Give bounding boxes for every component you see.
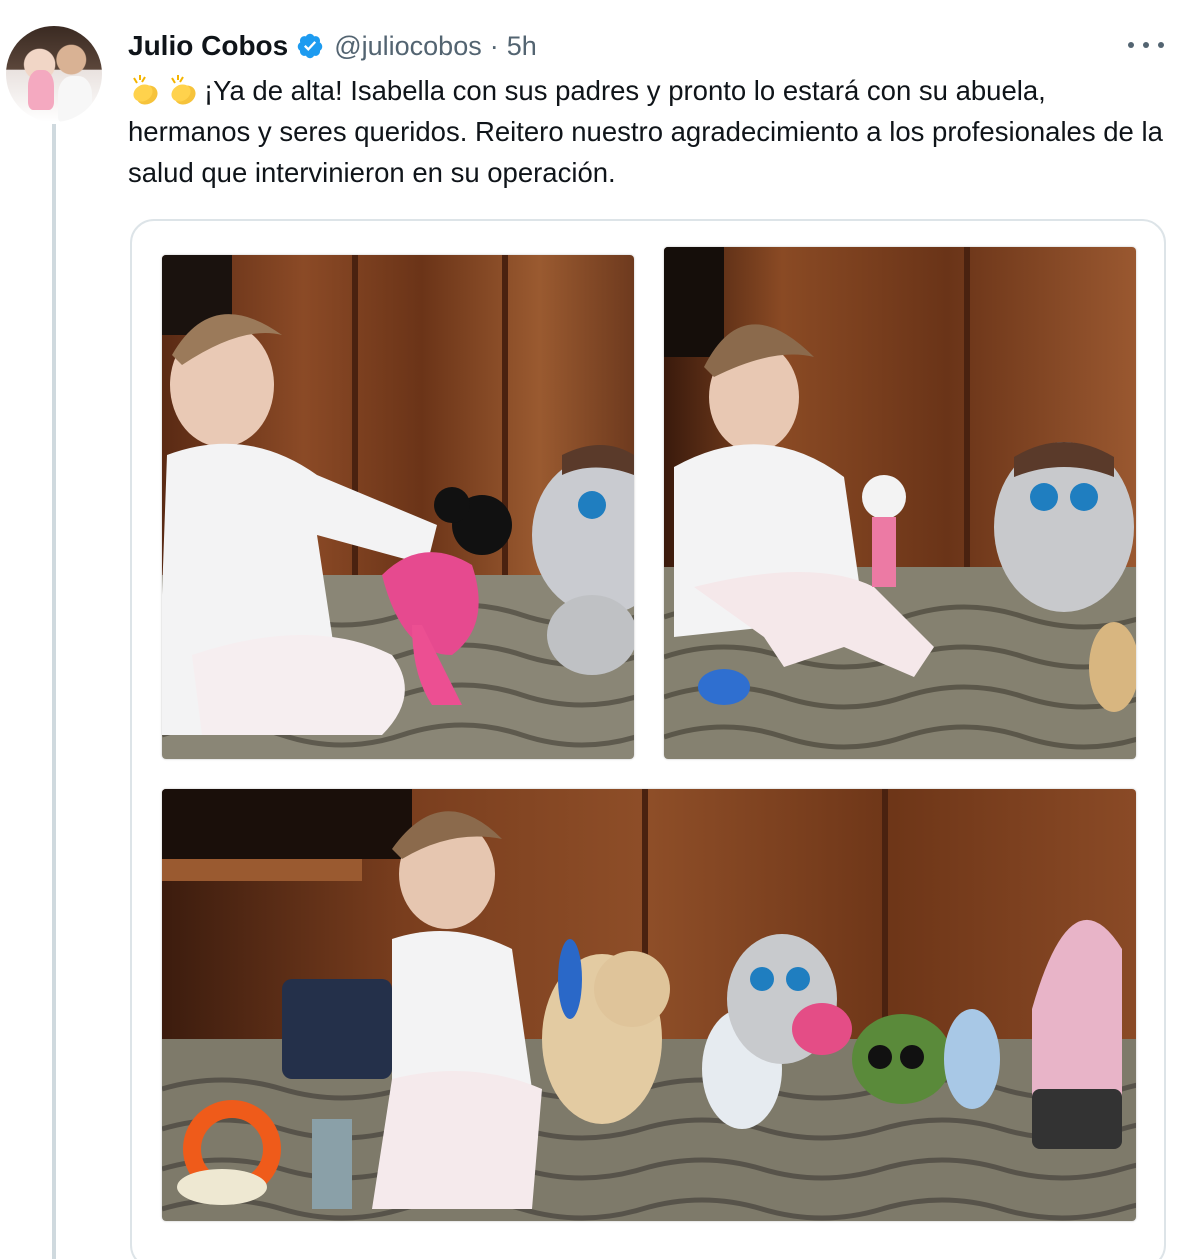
avatar-man bbox=[58, 76, 92, 122]
more-dot bbox=[1158, 42, 1164, 48]
photo-1[interactable] bbox=[162, 255, 634, 759]
tweet-body: ¡Ya de alta! Isabella con sus padres y p… bbox=[128, 75, 1163, 188]
photo-3[interactable] bbox=[162, 789, 1136, 1221]
verified-badge-icon[interactable] bbox=[296, 32, 324, 60]
separator-dot: · bbox=[489, 30, 499, 61]
avatar-baby bbox=[28, 70, 54, 110]
avatar[interactable] bbox=[6, 26, 102, 122]
clapping-hands-icon bbox=[133, 75, 158, 105]
photo-3-image bbox=[162, 789, 1136, 1221]
thread-line bbox=[52, 124, 56, 1259]
media-grid bbox=[130, 219, 1166, 1259]
tweet-timestamp[interactable]: 5h bbox=[507, 31, 537, 62]
more-dot bbox=[1128, 42, 1134, 48]
tweet-text: ¡Ya de alta! Isabella con sus padres y p… bbox=[128, 70, 1168, 193]
author-name[interactable]: Julio Cobos bbox=[128, 30, 288, 62]
author-handle[interactable]: @juliocobos bbox=[334, 31, 482, 62]
more-dot bbox=[1143, 42, 1149, 48]
clapping-hands-icon bbox=[171, 75, 196, 105]
more-options-icon[interactable] bbox=[1128, 30, 1164, 60]
tweet-header: Julio Cobos @juliocobos · 5h bbox=[128, 28, 537, 64]
photo-1-image bbox=[162, 255, 634, 759]
photo-2-image bbox=[664, 247, 1136, 759]
photo-2[interactable] bbox=[664, 247, 1136, 759]
